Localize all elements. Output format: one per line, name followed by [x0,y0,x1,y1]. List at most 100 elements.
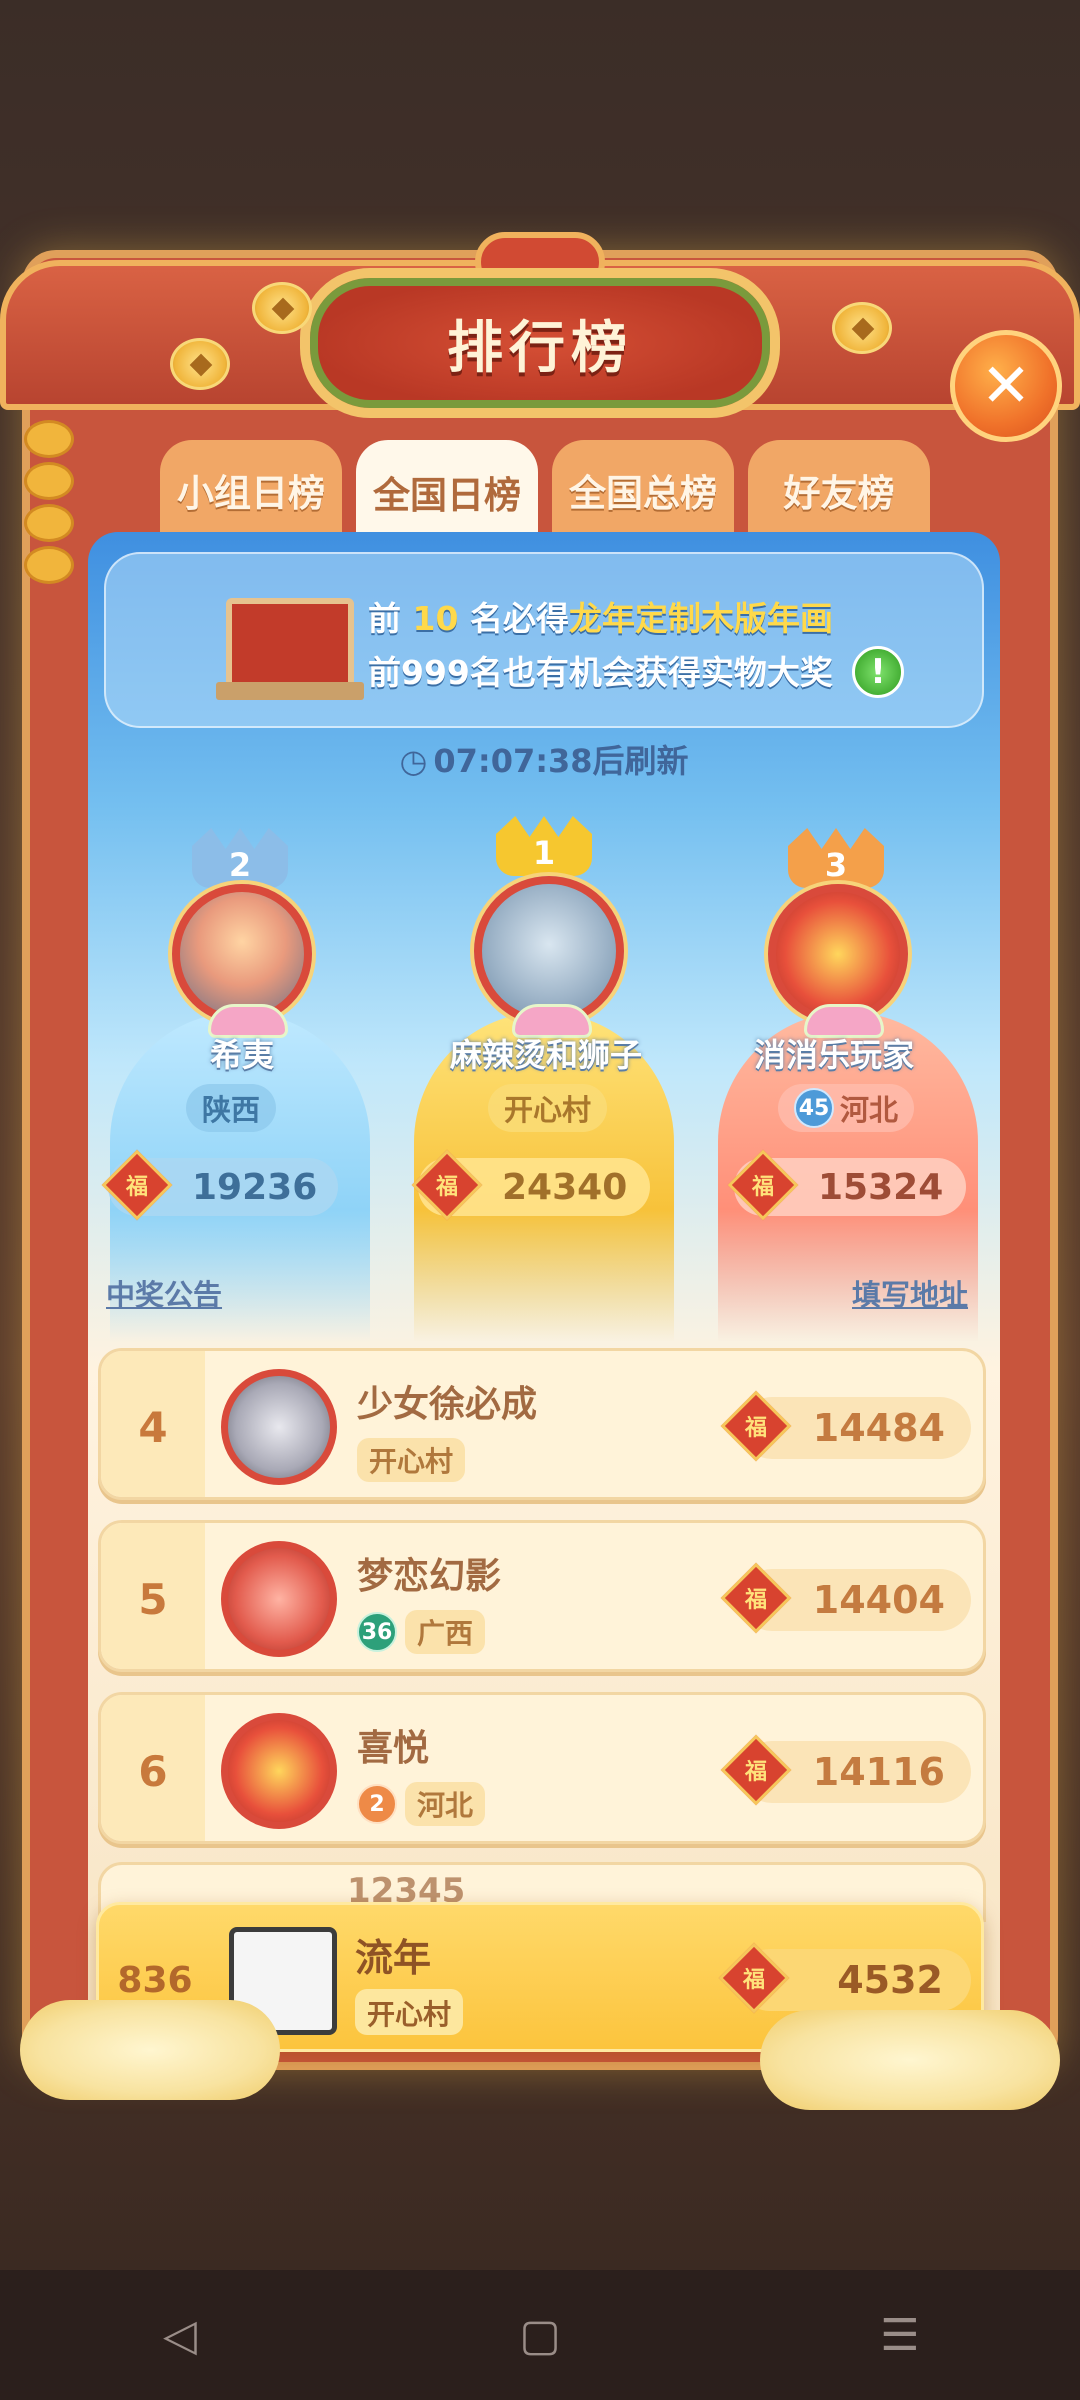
podium-location: 开心村 [488,1084,608,1132]
player-name: 喜悦 [357,1728,430,1769]
leaderboard-content: 前 10 名必得龙年定制木版年画 前999名也有机会获得实物大奖 ! ◷ 07:0… [88,532,1000,2052]
cloud-decoration [20,2000,280,2100]
avatar [221,1713,337,1829]
table-row[interactable]: 5 梦恋幻影 36 广西 福 14404 [98,1520,986,1672]
fill-address-link[interactable]: 填写地址 [852,1272,968,1314]
info-icon[interactable]: ! [852,646,904,698]
fu-label: 福 [125,1174,149,1200]
coin-icon [252,282,312,334]
podium-name: 消消乐玩家 [753,1036,914,1074]
player-location: 36 广西 [357,1609,486,1655]
player-score: 福 14116 [720,1734,971,1806]
back-icon[interactable]: ◁ [120,2310,240,2361]
location-text: 开心村 [504,1093,592,1127]
coin-icon [832,302,892,354]
player-score: 福 14404 [720,1562,971,1634]
rank-number: 6 [101,1695,205,1841]
score-value: 24340 [502,1166,628,1208]
cloud-decoration [760,2010,1060,2110]
podium-rank: 1 [532,834,556,872]
tab-friends[interactable]: 好友榜 [748,440,930,540]
podium-rank: 3 [824,846,848,884]
avatar[interactable] [172,884,312,1024]
player-name: 少女徐必成 [357,1384,538,1425]
banner-mid: 名必得 [469,599,569,638]
crown-icon-silver: 2 [192,822,288,888]
rank-number: 5 [101,1523,205,1669]
tab-bar: 小组日榜 全国日榜 全国总榜 好友榜 [160,440,940,544]
banner-prize: 龙年定制木版年画 [568,599,833,638]
podium-location: 45 河北 [778,1084,915,1132]
table-row[interactable]: 4 少女徐必成 开心村 福 14484 [98,1348,986,1500]
fu-icon: 福 [720,1562,792,1634]
level-badge: 36 [357,1612,397,1652]
tab-label: 全国日榜 [373,474,521,517]
podium-rank: 2 [228,846,252,884]
podium-score: 福 19236 [101,1149,338,1221]
title-plaque: 排行榜 [300,268,780,418]
crown-icon-bronze: 3 [788,822,884,888]
fu-label: 福 [744,1587,768,1613]
fu-label: 福 [744,1415,768,1441]
player-location: 开心村 [355,1989,464,2035]
player-score: 福 4532 [718,1942,971,2014]
tab-national-total[interactable]: 全国总榜 [552,440,734,540]
refresh-timer: ◷ 07:07:38后刷新 [88,736,1000,782]
clock-icon: ◷ [399,742,428,780]
winner-announcement-link[interactable]: 中奖公告 [106,1272,222,1314]
avatar [221,1369,337,1485]
table-row[interactable]: 6 喜悦 2 河北 福 14116 [98,1692,986,1844]
fu-label: 福 [742,1967,766,1993]
player-name: 梦恋幻影 [357,1556,502,1597]
score-value: 14116 [812,1750,945,1794]
level-badge: 2 [357,1784,397,1824]
avatar[interactable] [768,884,908,1024]
timer-text: 07:07:38后刷新 [433,742,689,780]
score-value: 15324 [818,1166,944,1208]
fu-icon: 福 [718,1942,790,2014]
coin-icon [170,338,230,390]
location-text: 河北 [840,1093,899,1127]
score-value: 14484 [812,1406,945,1450]
crown-icon-gold: 1 [496,810,592,876]
player-score: 福 14484 [720,1390,971,1462]
avatar [221,1541,337,1657]
location-text: 陕西 [202,1093,261,1127]
system-nav-bar: ◁ ▢ ☰ [0,2270,1080,2400]
player-location: 开心村 [357,1437,466,1483]
tab-label: 全国总榜 [569,472,717,515]
close-button[interactable]: ✕ [950,330,1062,442]
banner-number: 10 [412,599,459,638]
tab-label: 小组日榜 [177,472,325,515]
menu-icon[interactable]: ☰ [840,2310,960,2361]
tab-national-daily[interactable]: 全国日榜 [356,440,538,544]
podium-score: 福 15324 [727,1149,966,1221]
score-value: 4532 [837,1958,943,2002]
banner-prefix: 前 [368,599,401,638]
banner-line-2: 前999名也有机会获得实物大奖 [368,653,833,692]
lucky-tassel-icon [24,420,74,640]
close-icon: ✕ [980,351,1032,421]
new-year-painting-icon [216,598,364,700]
tab-label: 好友榜 [783,472,895,515]
player-location: 2 河北 [357,1781,486,1827]
fu-label: 福 [751,1174,775,1200]
rank-number: 4 [101,1351,205,1497]
fu-label: 福 [744,1759,768,1785]
level-badge: 45 [794,1088,834,1128]
page-title: 排行榜 [447,315,633,381]
podium-location: 陕西 [186,1084,277,1132]
fu-icon: 福 [720,1390,792,1462]
prize-banner[interactable]: 前 10 名必得龙年定制木版年画 前999名也有机会获得实物大奖 ! [104,552,984,728]
podium-name: 麻辣烫和狮子 [449,1036,642,1074]
banner-line-1: 前 10 名必得龙年定制木版年画 [368,592,833,640]
home-icon[interactable]: ▢ [480,2310,600,2361]
fu-icon: 福 [720,1734,792,1806]
podium-name: 希夷 [209,1036,274,1074]
tab-group-daily[interactable]: 小组日榜 [160,440,342,540]
location-text: 开心村 [357,1438,466,1482]
podium-score: 福 24340 [411,1149,650,1221]
score-value: 14404 [812,1578,945,1622]
score-value: 19236 [192,1166,318,1208]
fu-label: 福 [435,1174,459,1200]
